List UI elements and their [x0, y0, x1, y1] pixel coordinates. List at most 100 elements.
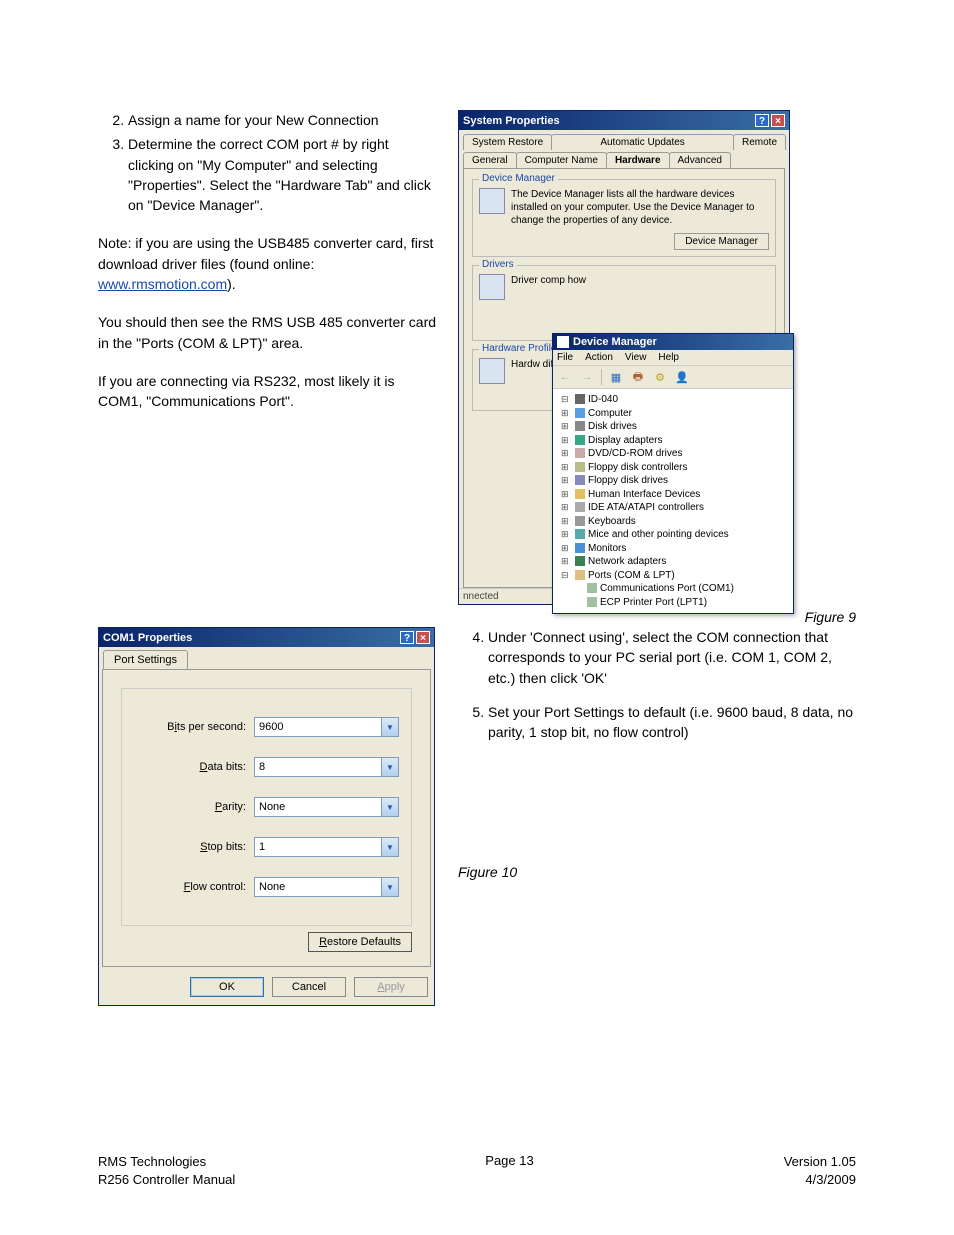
- tree-net-label: Network adapters: [588, 556, 666, 567]
- note-suffix: ).: [227, 276, 236, 292]
- forward-icon[interactable]: →: [579, 369, 595, 385]
- tree-floppy-drives[interactable]: Floppy disk drives: [559, 474, 789, 488]
- back-icon[interactable]: ←: [557, 369, 573, 385]
- para-usb485: You should then see the RMS USB 485 conv…: [98, 312, 438, 353]
- tree-keyboards[interactable]: Keyboards: [559, 515, 789, 529]
- help-button[interactable]: ?: [755, 114, 769, 127]
- tab-advanced[interactable]: Advanced: [669, 152, 731, 168]
- menu-file[interactable]: File: [557, 352, 573, 363]
- restore-defaults-button[interactable]: Restore Defaults: [308, 932, 412, 952]
- tree-fdd-label: Floppy disk drives: [588, 475, 668, 486]
- drivers-text: Driver comp how: [511, 274, 769, 287]
- tree-ports-label: Ports (COM & LPT): [588, 570, 675, 581]
- tree-root-label: ID-040: [588, 394, 618, 405]
- tree-mice[interactable]: Mice and other pointing devices: [559, 528, 789, 542]
- instruction-3: Determine the correct COM port # by righ…: [128, 134, 438, 215]
- data-bits-label: Data bits:: [200, 761, 246, 773]
- tree-mon-label: Monitors: [588, 543, 626, 554]
- tree-monitors[interactable]: Monitors: [559, 542, 789, 556]
- tree-computer[interactable]: Computer: [559, 407, 789, 421]
- system-properties-title: System Properties: [463, 115, 560, 127]
- ok-button[interactable]: OK: [190, 977, 264, 997]
- device-manager-button[interactable]: Device Manager: [674, 233, 769, 250]
- tree-com1[interactable]: Communications Port (COM1): [559, 582, 789, 596]
- device-manager-window: Device Manager File Action View Help ← →: [552, 333, 794, 614]
- tree-hid-label: Human Interface Devices: [588, 489, 700, 500]
- tree-lpt1-label: ECP Printer Port (LPT1): [600, 597, 707, 608]
- tree-lpt1[interactable]: ECP Printer Port (LPT1): [559, 596, 789, 610]
- note-paragraph: Note: if you are using the USB485 conver…: [98, 233, 438, 294]
- print-icon[interactable]: 🖶: [630, 369, 646, 385]
- close-button[interactable]: ×: [416, 631, 430, 644]
- bits-per-second-label: Bits per second:: [167, 721, 246, 733]
- system-properties-dialog: System Properties ? × System Restore Aut…: [458, 110, 790, 605]
- flow-control-label: Flow control:: [184, 881, 246, 893]
- stop-bits-value: 1: [259, 841, 265, 853]
- device-manager-groupbox: Device Manager The Device Manager lists …: [472, 179, 776, 257]
- rmsmotion-link[interactable]: www.rmsmotion.com: [98, 276, 227, 292]
- menu-action[interactable]: Action: [585, 352, 613, 363]
- tree-mouse-label: Mice and other pointing devices: [588, 529, 729, 540]
- device-manager-window-title: Device Manager: [573, 336, 657, 348]
- drivers-group-title: Drivers: [479, 259, 517, 270]
- stop-bits-combo[interactable]: 1 ▼: [254, 837, 399, 857]
- tab-port-settings[interactable]: Port Settings: [103, 650, 188, 669]
- device-tree-icon: [479, 188, 505, 214]
- footer-version: Version 1.05: [784, 1153, 856, 1171]
- chevron-down-icon: ▼: [381, 718, 398, 736]
- flow-control-combo[interactable]: None ▼: [254, 877, 399, 897]
- menu-view[interactable]: View: [625, 352, 647, 363]
- cancel-button[interactable]: Cancel: [272, 977, 346, 997]
- tree-disk-label: Disk drives: [588, 421, 637, 432]
- tab-system-restore[interactable]: System Restore: [463, 134, 552, 150]
- com1-properties-title: COM1 Properties: [103, 632, 192, 644]
- properties-icon[interactable]: ▦: [608, 369, 624, 385]
- tree-ide[interactable]: IDE ATA/ATAPI controllers: [559, 501, 789, 515]
- tab-automatic-updates[interactable]: Automatic Updates: [551, 134, 734, 150]
- uninstall-icon[interactable]: 👤: [674, 369, 690, 385]
- chevron-down-icon: ▼: [381, 878, 398, 896]
- device-manager-group-title: Device Manager: [479, 173, 558, 184]
- tree-computer-label: Computer: [588, 408, 632, 419]
- hardware-profile-icon: [479, 358, 505, 384]
- parity-value: None: [259, 801, 285, 813]
- tree-network-adapters[interactable]: Network adapters: [559, 555, 789, 569]
- tree-floppy-controllers[interactable]: Floppy disk controllers: [559, 461, 789, 475]
- tab-hardware[interactable]: Hardware: [606, 152, 670, 168]
- menu-help[interactable]: Help: [658, 352, 679, 363]
- tree-dvd-cdrom[interactable]: DVD/CD-ROM drives: [559, 447, 789, 461]
- data-bits-combo[interactable]: 8 ▼: [254, 757, 399, 777]
- device-manager-icon: [557, 336, 569, 348]
- tree-display-adapters[interactable]: Display adapters: [559, 434, 789, 448]
- bits-per-second-combo[interactable]: 9600 ▼: [254, 717, 399, 737]
- tree-com1-label: Communications Port (COM1): [600, 583, 734, 594]
- figure-10-label: Figure 10: [458, 862, 856, 882]
- chevron-down-icon: ▼: [381, 838, 398, 856]
- tab-general[interactable]: General: [463, 152, 517, 168]
- tree-root[interactable]: ID-040: [559, 394, 618, 405]
- help-button[interactable]: ?: [400, 631, 414, 644]
- note-prefix: Note: if you are using the USB485 conver…: [98, 235, 433, 271]
- tree-display-label: Display adapters: [588, 435, 662, 446]
- close-button[interactable]: ×: [771, 114, 785, 127]
- parity-combo[interactable]: None ▼: [254, 797, 399, 817]
- tree-disk-drives[interactable]: Disk drives: [559, 420, 789, 434]
- tree-kbd-label: Keyboards: [588, 516, 636, 527]
- instruction-2: Assign a name for your New Connection: [128, 110, 438, 130]
- apply-button[interactable]: Apply: [354, 977, 428, 997]
- hardware-profile-group-title: Hardware Profile: [479, 343, 559, 354]
- tab-remote[interactable]: Remote: [733, 134, 786, 150]
- chevron-down-icon: ▼: [381, 758, 398, 776]
- tree-dvd-label: DVD/CD-ROM drives: [588, 448, 682, 459]
- tree-ports[interactable]: Ports (COM & LPT): [559, 569, 789, 583]
- tree-hid[interactable]: Human Interface Devices: [559, 488, 789, 502]
- footer-manual: R256 Controller Manual: [98, 1171, 235, 1189]
- scan-icon[interactable]: ⚙: [652, 369, 668, 385]
- drivers-icon: [479, 274, 505, 300]
- tree-fdc-label: Floppy disk controllers: [588, 462, 687, 473]
- page-footer: RMS Technologies R256 Controller Manual …: [98, 1153, 856, 1189]
- drivers-groupbox: Drivers Driver comp how: [472, 265, 776, 341]
- tree-ide-label: IDE ATA/ATAPI controllers: [588, 502, 704, 513]
- flow-control-value: None: [259, 881, 285, 893]
- tab-computer-name[interactable]: Computer Name: [516, 152, 607, 168]
